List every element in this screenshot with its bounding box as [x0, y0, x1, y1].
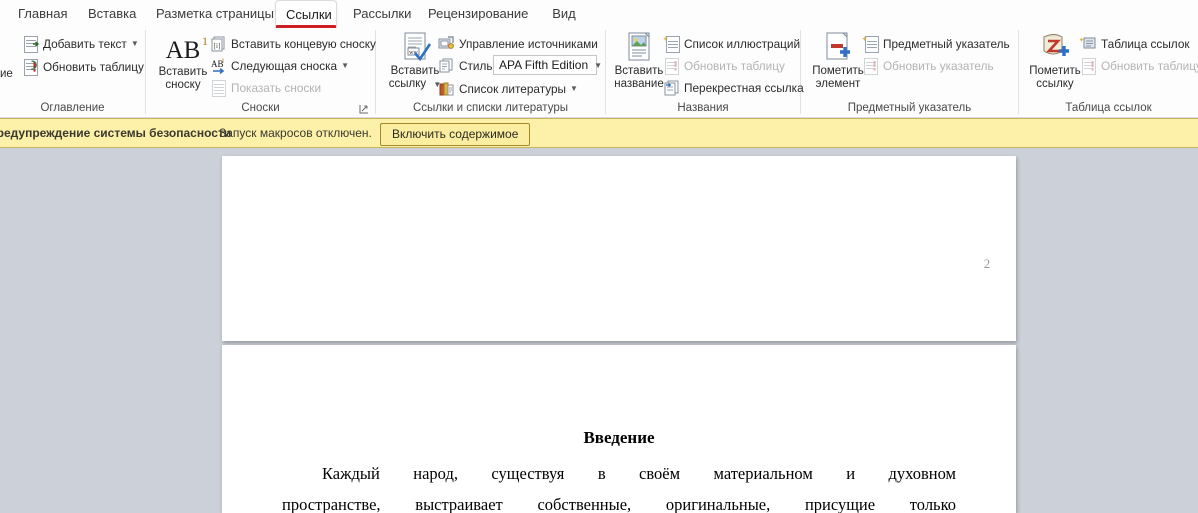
cross-reference-button[interactable]: Перекрестная ссылка [663, 77, 804, 98]
svg-text:1: 1 [202, 34, 208, 48]
table-of-figures-button[interactable]: Список иллюстраций [663, 33, 800, 54]
chevron-down-icon[interactable]: ▼ [341, 61, 349, 70]
cross-reference-label: Перекрестная ссылка [684, 80, 804, 95]
insert-footnote-label-1: Вставить [158, 66, 208, 78]
show-footnotes-label: Показать сноски [231, 80, 322, 95]
update-figures-table-label: Обновить таблицу [684, 58, 785, 73]
show-footnotes-button: Показать сноски [210, 77, 321, 98]
security-warning-message: Запуск макросов отключен. [219, 126, 372, 140]
style-row [438, 55, 459, 76]
insert-endnote-icon: [i] [210, 35, 227, 52]
ribbon: Главная Вставка Разметка страницы Ссылки… [0, 0, 1198, 118]
group-label-predmetnyi-ukazatel: Предметный указатель [847, 102, 972, 114]
tab-vstavka[interactable]: Вставка [78, 0, 142, 28]
citation-style-dropdown[interactable]: APA Fifth Edition ▼ [493, 55, 602, 75]
add-text-icon [22, 35, 39, 53]
update-toc-button[interactable]: Обновить таблицу [22, 56, 144, 77]
manage-sources-label: Управление источниками [459, 36, 598, 51]
next-footnote-label: Следующая сноска [231, 58, 338, 73]
document-page-2[interactable]: Введение Каждый народ, существуя в своём… [222, 345, 1016, 513]
group-label-tablica-ssylok: Таблица ссылок [1065, 102, 1152, 114]
insert-table-of-authorities-button[interactable]: Таблица ссылок [1079, 33, 1190, 54]
insert-authorities-label: Таблица ссылок [1101, 36, 1190, 51]
manage-sources-button[interactable]: Управление источниками [438, 33, 598, 54]
document-heading: Введение [583, 428, 655, 447]
bibliography-label: Список литературы [459, 81, 567, 96]
page-number: 2 [983, 256, 991, 271]
chevron-down-icon[interactable]: ▼ [594, 61, 606, 70]
svg-text:[i]: [i] [214, 42, 221, 50]
tab-rassylki[interactable]: Рассылки [343, 0, 411, 28]
tab-ssylki[interactable]: Ссылки [275, 0, 337, 28]
tab-razmetka-stranicy[interactable]: Разметка страницы [146, 0, 274, 28]
svg-text:1: 1 [222, 59, 225, 65]
mark-citation-label-1: Пометить [1029, 65, 1081, 77]
insert-endnote-button[interactable]: [i] Вставить концевую сноску [210, 33, 376, 54]
table-of-figures-label: Список иллюстраций [684, 36, 801, 51]
add-text-button[interactable]: Добавить текст ▼ [22, 33, 139, 54]
cross-reference-icon [663, 79, 680, 96]
show-footnotes-icon [210, 79, 227, 97]
update-toc-label: Обновить таблицу [43, 59, 144, 74]
style-label: Стиль: [459, 59, 496, 73]
clipped-left-label: ие [0, 68, 13, 80]
table-of-figures-icon [663, 35, 680, 53]
update-index-button: Обновить указатель [862, 55, 994, 76]
document-paragraph-line: пространстве, выстраивает собственные, о… [282, 495, 956, 513]
svg-text:AB: AB [166, 37, 201, 64]
group-label-nazvaniya: Названия [677, 102, 729, 114]
bibliography-button[interactable]: Список литературы ▼ [438, 78, 578, 99]
group-label-snoski: Сноски [241, 102, 280, 114]
tab-vid[interactable]: Вид [542, 0, 586, 28]
update-index-icon [862, 57, 879, 75]
group-label-oglavlenie: Оглавление [40, 102, 105, 114]
mark-citation-icon [1022, 31, 1088, 65]
security-warning-title: Предупреждение системы безопасности [0, 126, 232, 140]
update-table-icon [1080, 57, 1097, 75]
update-authorities-table-button: Обновить таблицу [1080, 55, 1198, 76]
update-authorities-table-label: Обновить таблицу [1101, 58, 1198, 73]
security-warning-bar: Предупреждение системы безопасности Запу… [0, 118, 1198, 148]
next-footnote-icon: AB 1 [210, 57, 227, 75]
insert-footnote-button[interactable]: AB 1 Вставить сноску [150, 32, 216, 91]
enable-content-button[interactable]: Включить содержимое [380, 123, 531, 146]
insert-endnote-label: Вставить концевую сноску [231, 36, 376, 51]
insert-index-label: Предметный указатель [883, 36, 1010, 51]
insert-footnote-label-2: сноску [165, 78, 201, 91]
insert-footnote-icon: AB 1 [150, 32, 216, 66]
update-index-label: Обновить указатель [883, 58, 994, 73]
mark-citation-label-2: ссылку [1036, 77, 1074, 90]
insert-index-button[interactable]: Предметный указатель [862, 33, 1010, 54]
insert-authorities-icon [1079, 35, 1097, 52]
document-page-1[interactable]: 2 [222, 156, 1016, 341]
add-text-label: Добавить текст [43, 36, 127, 51]
manage-sources-icon [438, 35, 455, 52]
group-label-ssylki-literatura: Ссылки и списки литературы [413, 102, 568, 114]
citation-style-value: APA Fifth Edition [499, 58, 589, 72]
citation-style-icon [438, 57, 455, 74]
update-table-icon [22, 58, 39, 76]
chevron-down-icon[interactable]: ▼ [131, 39, 139, 48]
tab-glavnaya[interactable]: Главная [8, 0, 72, 28]
document-paragraph-line: Каждый народ, существуя в своём материал… [322, 464, 956, 483]
update-table-icon [663, 57, 680, 75]
footnotes-dialog-launcher-icon[interactable] [358, 102, 370, 114]
mark-entry-label-2: элемент [815, 77, 861, 90]
tab-recenzirovanie[interactable]: Рецензирование [418, 0, 528, 28]
document-canvas[interactable]: 2 Введение Каждый народ, существуя в сво… [0, 149, 1198, 513]
insert-index-icon [862, 35, 879, 53]
ribbon-tab-strip: Главная Вставка Разметка страницы Ссылки… [0, 0, 1198, 29]
mark-citation-button[interactable]: Пометить ссылку [1022, 31, 1088, 90]
bibliography-icon [438, 80, 455, 97]
update-figures-table-button: Обновить таблицу [663, 55, 785, 76]
next-footnote-button[interactable]: AB 1 Следующая сноска ▼ [210, 55, 349, 76]
chevron-down-icon[interactable]: ▼ [570, 84, 578, 93]
